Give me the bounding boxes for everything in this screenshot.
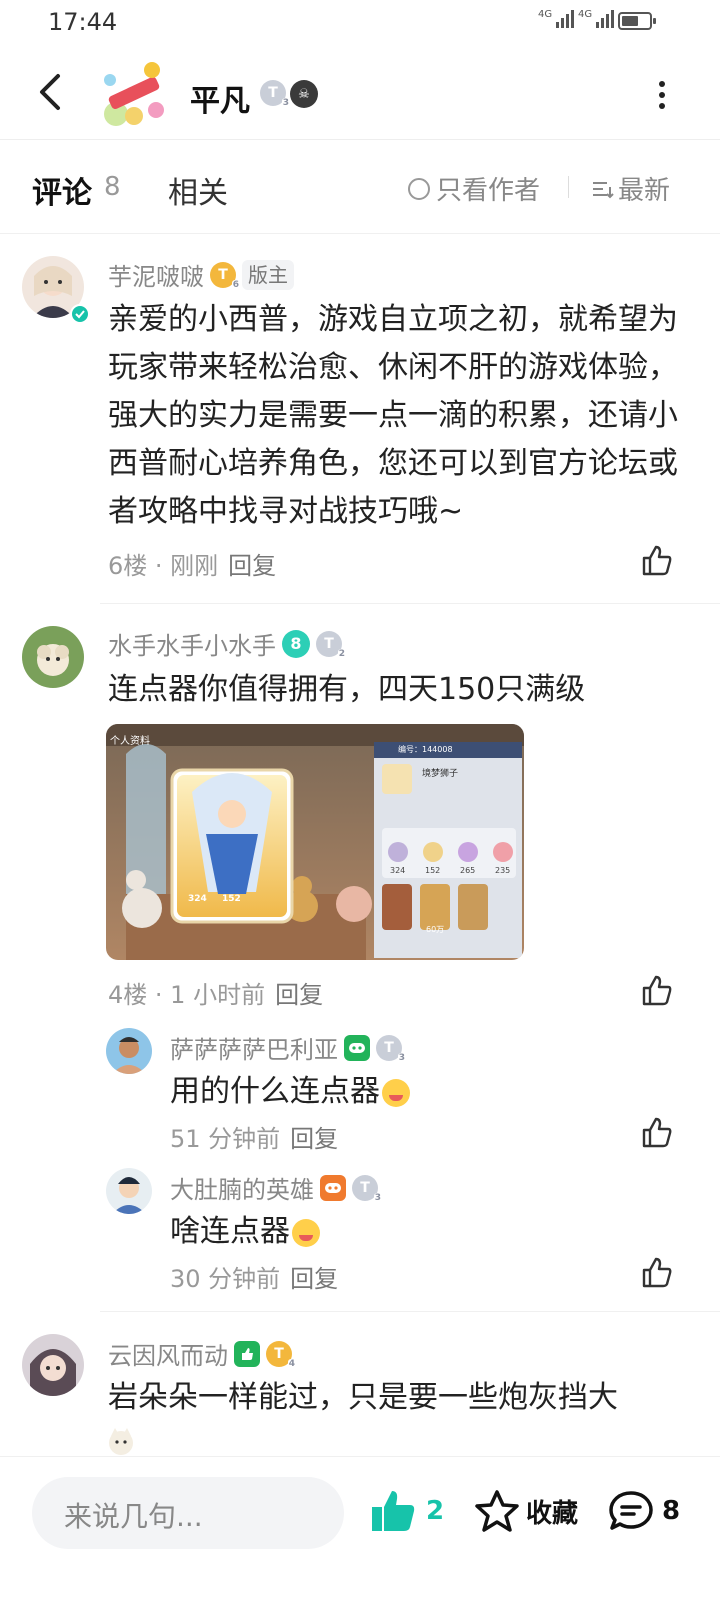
comment-username-row: 芋泥啵啵 T6 版主 <box>108 257 294 292</box>
tab-related[interactable]: 相关 <box>168 168 228 212</box>
signal-icon-1: 4G <box>538 10 575 28</box>
reply-username[interactable]: 萨萨萨萨巴利亚 <box>170 1030 338 1065</box>
bottom-action-bar: 来说几句... 2 收藏 8 <box>0 1456 720 1600</box>
comment-count: 8 <box>104 172 121 202</box>
thumb-badge-icon <box>234 1340 260 1367</box>
comment-bubble-icon <box>609 1491 653 1530</box>
reply-button[interactable]: 回复 <box>290 1265 338 1293</box>
game-screenshot <box>106 724 524 960</box>
level-badge: T4 <box>266 1340 296 1370</box>
emoji-icon <box>382 1078 410 1107</box>
comment-username-row: 水手水手小水手 8 T2 <box>108 626 346 661</box>
reply-meta: 30 分钟前 回复 <box>170 1265 339 1293</box>
skull-badge-icon: ☠ <box>290 80 318 108</box>
comment-username[interactable]: 芋泥啵啵 <box>108 257 204 292</box>
image-stat: 265 <box>460 866 476 875</box>
comment-text: 岩朵朵一样能过，只是要一些炮灰挡大 <box>108 1380 618 1415</box>
radio-circle-icon <box>408 177 430 200</box>
sort-icon <box>593 181 614 198</box>
sort-latest-button[interactable]: 最新 <box>590 170 670 207</box>
forum-logo-icon[interactable] <box>96 56 172 132</box>
like-icon[interactable] <box>640 1116 674 1150</box>
game-badge-icon <box>320 1174 346 1201</box>
comment-text: 亲爱的小西普，游戏自立项之初，就希望为玩家带来轻松治愈、休闲不肝的游戏体验，强大… <box>108 302 678 529</box>
level-8-badge: 8 <box>282 629 310 658</box>
image-char-name: 境梦狮子 <box>422 769 459 779</box>
reply-meta: 51 分钟前 回复 <box>170 1125 339 1153</box>
status-time: 17:44 <box>48 8 118 36</box>
verified-icon <box>70 304 90 324</box>
thumbs-up-icon <box>372 1491 415 1531</box>
comment-username[interactable]: 水手水手小水手 <box>108 626 276 661</box>
divider <box>100 603 720 604</box>
level-badge: T3 <box>376 1034 406 1064</box>
level-badge: T3 <box>260 80 290 109</box>
emoji-icon <box>292 1218 320 1247</box>
reply-username[interactable]: 大肚腩的英雄 <box>170 1170 314 1205</box>
reply-button[interactable]: 回复 <box>290 1125 338 1153</box>
image-stat: 152 <box>425 866 441 875</box>
comment-input[interactable]: 来说几句... <box>32 1477 344 1549</box>
comment-meta: 4楼 · 1 小时前 回复 <box>108 981 324 1009</box>
image-stat: 235 <box>495 866 511 875</box>
like-button[interactable]: 2 <box>370 1489 444 1533</box>
avatar[interactable] <box>22 626 84 688</box>
more-options-button[interactable] <box>652 78 672 112</box>
avatar[interactable] <box>106 1028 152 1074</box>
back-button[interactable] <box>30 70 74 114</box>
tab-bar: 评论 8 相关 只看作者 最新 <box>0 140 720 234</box>
favorite-label: 收藏 <box>526 1498 579 1529</box>
divider <box>100 1311 720 1312</box>
post-image[interactable]: 个人资料 编号：144008 境梦狮子 324 152 324 152 265 … <box>106 724 524 960</box>
level-badge: T3 <box>352 1174 382 1204</box>
reply-username-row: 萨萨萨萨巴利亚 T3 <box>170 1030 406 1065</box>
moderator-tag: 版主 <box>242 259 294 290</box>
image-id-label: 编号：144008 <box>398 745 453 754</box>
comment-meta: 6楼 · 刚刚 回复 <box>108 552 277 580</box>
game-controller-badge-icon <box>344 1034 370 1061</box>
like-icon[interactable] <box>640 544 674 578</box>
reply-text: 啥连点器 <box>170 1208 670 1256</box>
battery-icon <box>618 12 656 30</box>
image-card-stat: 152 <box>222 894 241 904</box>
comment-username-row: 云因风而动 T4 <box>108 1336 296 1371</box>
image-corner-label: 个人资料 <box>110 736 150 747</box>
star-icon <box>475 1490 519 1532</box>
comment-text: 连点器你值得拥有，四天150只满级 <box>108 672 586 707</box>
like-icon[interactable] <box>640 974 674 1008</box>
comment-username[interactable]: 云因风而动 <box>108 1336 228 1371</box>
level-badge: T2 <box>316 630 346 660</box>
favorite-button[interactable]: 收藏 <box>474 1489 578 1533</box>
sticker-icon <box>109 1428 133 1455</box>
level-badge: T6 <box>210 261 240 291</box>
signal-icon-2: 4G <box>578 10 615 28</box>
like-icon[interactable] <box>640 1256 674 1290</box>
comments-button[interactable]: 8 <box>608 1489 680 1533</box>
comments-count: 8 <box>662 1496 681 1526</box>
status-bar: 17:44 4G 4G <box>0 0 720 48</box>
title-badges: T3 ☠ <box>260 80 318 109</box>
avatar[interactable] <box>22 1334 84 1396</box>
like-count: 2 <box>426 1496 445 1526</box>
image-coin: 60万 <box>426 925 445 934</box>
comment-input-placeholder: 来说几句... <box>64 1500 203 1533</box>
top-header: 平凡 T3 ☠ <box>0 48 720 140</box>
image-stat: 324 <box>390 866 406 875</box>
reply-button[interactable]: 回复 <box>275 981 323 1009</box>
page-title: 平凡 <box>190 84 250 119</box>
reply-text: 用的什么连点器 <box>170 1068 670 1116</box>
image-card-stat: 324 <box>188 894 207 904</box>
reply-button[interactable]: 回复 <box>228 552 276 580</box>
avatar[interactable] <box>106 1168 152 1214</box>
tab-divider <box>568 176 569 198</box>
author-only-toggle[interactable]: 只看作者 <box>408 170 540 207</box>
tab-comments[interactable]: 评论 <box>32 168 92 212</box>
reply-username-row: 大肚腩的英雄 T3 <box>170 1170 382 1205</box>
